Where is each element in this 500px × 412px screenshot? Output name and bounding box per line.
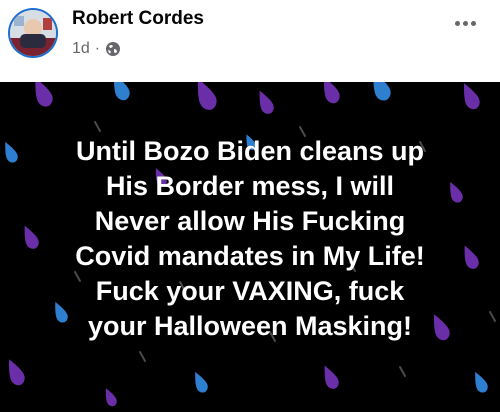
- timestamp[interactable]: 1d: [72, 40, 90, 58]
- more-options-icon[interactable]: [450, 16, 480, 30]
- raindrop: [475, 371, 488, 393]
- avatar[interactable]: [8, 8, 58, 58]
- globe-icon: [106, 42, 121, 56]
- post-meta: 1d ·: [72, 40, 121, 58]
- raindrop: [324, 82, 340, 104]
- rain-streak: [399, 366, 406, 377]
- raindrop: [114, 82, 130, 101]
- meta-separator: ·: [94, 40, 101, 57]
- avatar-image: [10, 10, 56, 56]
- raindrop: [464, 83, 480, 110]
- post-content[interactable]: Until Bozo Biden cleans up His Border me…: [0, 82, 500, 412]
- facebook-post: Robert Cordes 1d · Until Bozo Biden clea…: [0, 0, 500, 412]
- post-text: Until Bozo Biden cleans up His Border me…: [75, 136, 425, 341]
- more-dot: [462, 20, 468, 26]
- raindrop: [9, 359, 25, 386]
- avatar-picture: [10, 10, 56, 56]
- author-name[interactable]: Robert Cordes: [72, 8, 204, 30]
- raindrop: [197, 82, 217, 110]
- post-header: Robert Cordes 1d ·: [0, 0, 500, 82]
- rain-streak: [139, 351, 146, 362]
- raindrop: [35, 82, 53, 107]
- raindrop: [259, 90, 274, 114]
- raindrop: [195, 371, 208, 393]
- rain-streak: [94, 121, 101, 132]
- raindrop: [324, 365, 339, 389]
- more-dot: [470, 20, 476, 26]
- raindrop: [373, 82, 391, 101]
- more-dot: [454, 20, 460, 26]
- raindrop: [105, 388, 117, 407]
